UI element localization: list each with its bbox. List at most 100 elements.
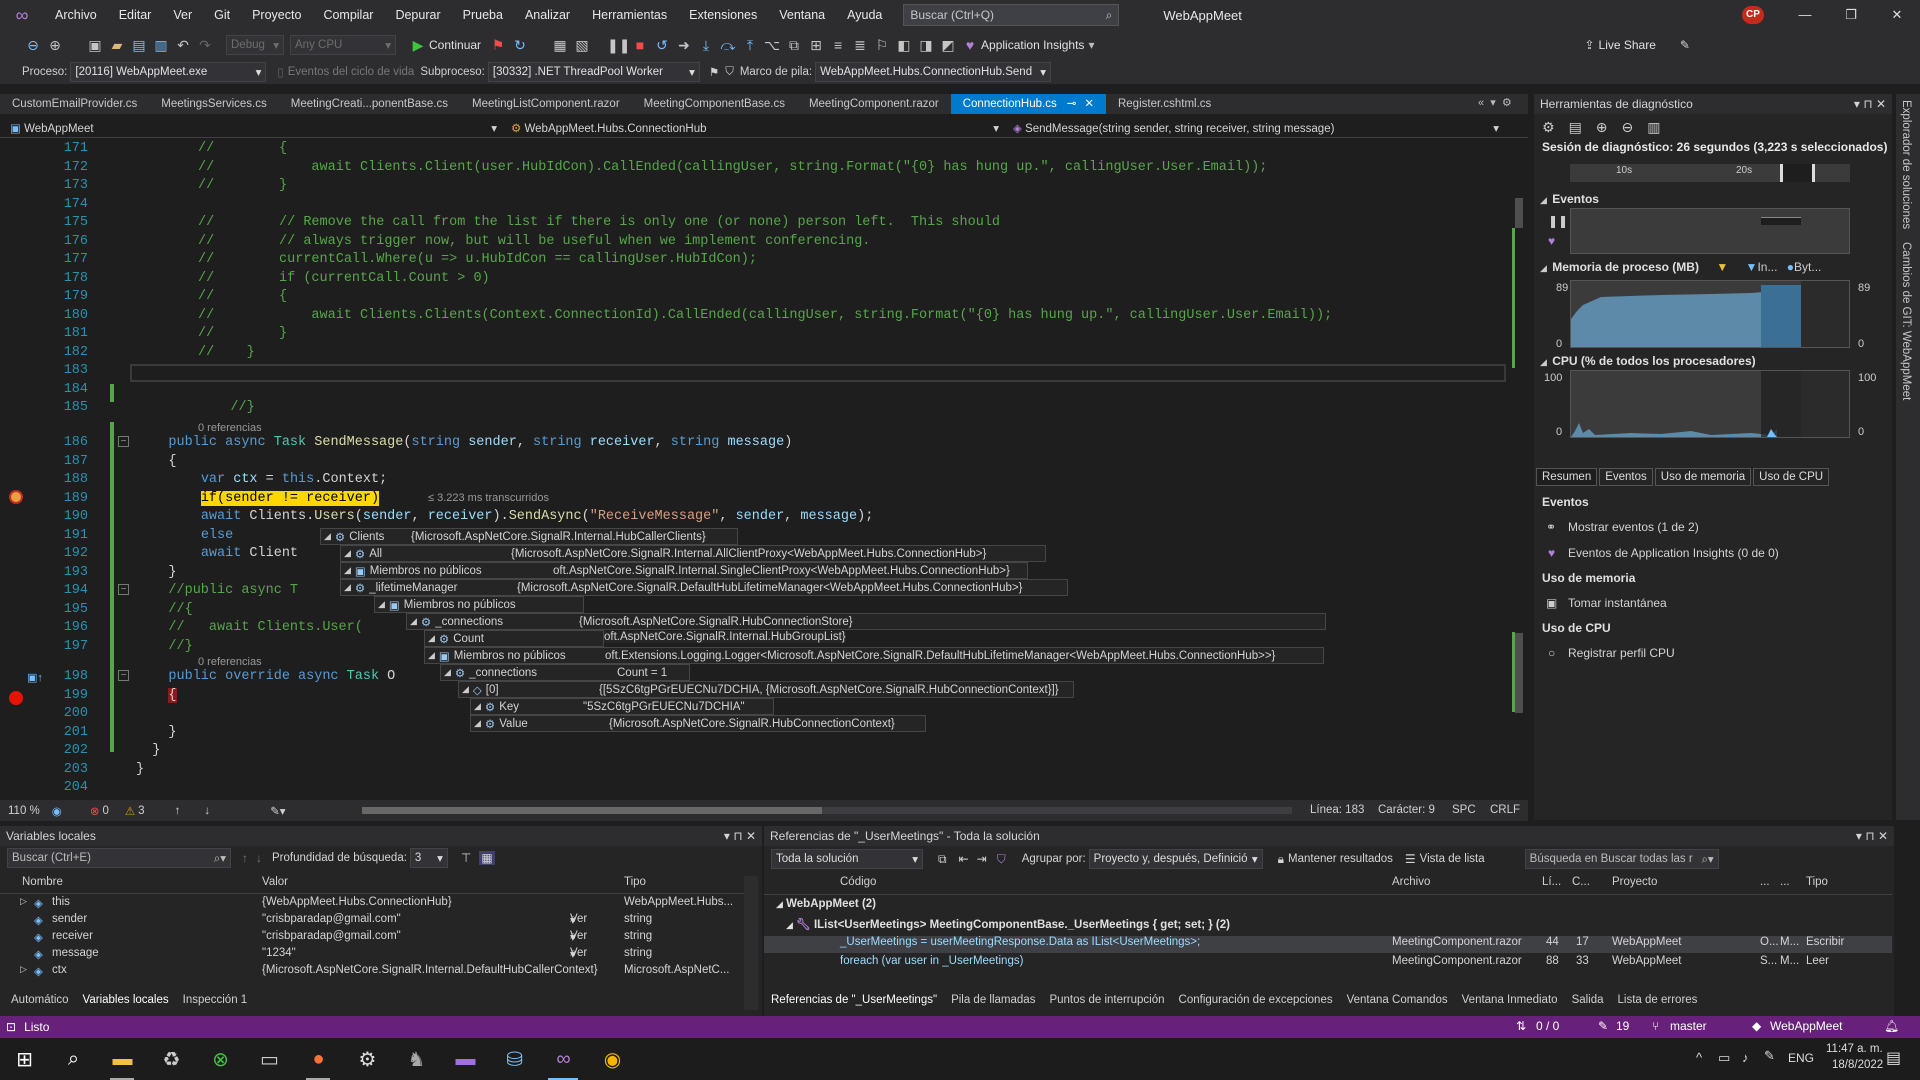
next-issue-icon[interactable]: ↓ [204, 805, 210, 817]
column-header[interactable]: Proyecto [1612, 876, 1657, 888]
datatip-row[interactable]: ◢ ▣ Miembros no públicos oft.Extensions.Log… [424, 647, 1324, 664]
copy-icon[interactable]: ⧉ [938, 852, 947, 867]
hex-icon[interactable]: ⌥ [761, 37, 783, 54]
firefox-icon[interactable]: ● [294, 1038, 343, 1080]
volume-icon[interactable]: ♪ [1742, 1050, 1749, 1065]
datatip-row[interactable]: ◢ ⚙ _connections {Microsoft.AspNetCore.Sign… [406, 613, 1326, 630]
restart-debug-icon[interactable]: ↺ [651, 37, 673, 54]
collapse-icon[interactable]: − [118, 670, 129, 681]
stop-icon[interactable]: ■ [629, 37, 651, 53]
breakpoints-icon[interactable]: ⊞ [805, 37, 827, 54]
expand-icon[interactable]: ▷ [20, 964, 27, 975]
branch-selector[interactable]: master [1670, 1019, 1707, 1033]
reference-row[interactable]: _UserMeetings = userMeetingResponse.Data… [764, 936, 1892, 953]
git-changes-tab[interactable]: Cambios de GIT: WebAppMeet [1900, 242, 1912, 400]
expand-icon[interactable]: ◢ [324, 531, 331, 542]
clear-bookmarks-icon[interactable]: ◩ [937, 37, 959, 54]
menu-item[interactable]: Extensiones [678, 8, 768, 22]
locals-search-input[interactable]: Buscar (Ctrl+E) ⌕▾ [7, 848, 231, 868]
reset-view-icon[interactable]: ▥ [1647, 119, 1660, 136]
terminal-icon[interactable]: ▭ [245, 1038, 294, 1080]
prev-bookmark-icon[interactable]: ◧ [893, 37, 915, 54]
codelens-references[interactable]: 0 referencias [198, 656, 262, 668]
pending-edits[interactable]: 19 [1616, 1019, 1629, 1033]
panel-controls-icon[interactable]: ▾ ⊓ ✕ [724, 826, 756, 846]
browser-icon[interactable]: ▦ [549, 37, 571, 54]
restore-button[interactable]: ❐ [1828, 0, 1874, 30]
next-bookmark-icon[interactable]: ◨ [915, 37, 937, 54]
project-dropdown[interactable]: ▣ WebAppMeet ▾ [0, 121, 505, 135]
collapse-icon[interactable]: − [118, 436, 129, 447]
horizontal-scrollbar[interactable] [362, 807, 1292, 814]
column-header[interactable]: ... [1780, 876, 1790, 888]
expand-icon[interactable]: ◢ [378, 599, 385, 610]
bottom-tab[interactable]: Salida [1565, 990, 1611, 1010]
application-insights-dropdown[interactable]: Application Insights [981, 38, 1084, 52]
close-window-button[interactable]: ✕ [1874, 0, 1920, 30]
changes-count[interactable]: 0 / 0 [1536, 1019, 1559, 1033]
bottom-tab[interactable]: Pila de llamadas [944, 990, 1042, 1010]
column-header[interactable]: Lí... [1542, 876, 1561, 888]
menu-item[interactable]: Depurar [384, 8, 451, 22]
column-header[interactable]: C... [1572, 876, 1590, 888]
cleanup-icon[interactable]: ✎▾ [270, 804, 285, 818]
menu-item[interactable]: Ventana [768, 8, 836, 22]
threads-icon[interactable]: ⧉ [783, 37, 805, 54]
clock-time[interactable]: 11:47 a. m. [1826, 1043, 1883, 1055]
open-folder-icon[interactable]: ▰ [106, 37, 128, 54]
expand-icon[interactable]: ◢ [474, 701, 481, 712]
datatip-row[interactable]: ◢ ◇ [0] {[5SzC6tgPGrEUECNu7DCHIA, {Microsof… [458, 681, 1074, 698]
ai-events-link[interactable]: ♥ Eventos de Application Insights (0 de 0… [1534, 540, 1892, 566]
member-dropdown[interactable]: ◈ SendMessage(string sender, string rece… [1007, 121, 1507, 135]
tab-overflow-icon[interactable]: « ▾ ⚙ [1478, 96, 1512, 109]
keep-results-toggle[interactable]: Mantener resultados [1288, 853, 1393, 865]
document-tab[interactable]: MeetingComponentBase.cs [632, 94, 797, 114]
save-all-icon[interactable]: ▥ [150, 37, 172, 54]
column-header-type[interactable]: Tipo [624, 876, 646, 888]
table-row[interactable]: ▷ ◈ ctx {Microsoft.AspNetCore.SignalR.Inter… [0, 964, 760, 981]
datatip-row[interactable]: ◢ ⚙ All {Microsoft.AspNetCore.SignalR.Inter… [340, 545, 1046, 562]
visual-studio-code-icon[interactable]: ▬ [441, 1038, 490, 1080]
datatip-row[interactable]: ◢ ⚙ Key "5SzC6tgPGrEUECNu7DCHIA" [470, 698, 774, 715]
column-header[interactable]: Archivo [1392, 876, 1430, 888]
expand-icon[interactable]: ◢ [344, 548, 351, 559]
class-dropdown[interactable]: ⚙ WebAppMeet.Hubs.ConnectionHub ▾ [505, 121, 1007, 135]
datatip-row[interactable]: ◢ ⚙ _connections Count = 1 [440, 664, 690, 681]
undo-icon[interactable]: ↶ [172, 37, 194, 54]
panel-controls-icon[interactable]: ▾ ⊓ ✕ [1854, 94, 1886, 114]
reference-row[interactable]: foreach (var user in _UserMeetings) Meeti… [764, 955, 1892, 972]
configuration-dropdown[interactable]: Debug ▾ [226, 35, 284, 55]
events-graph[interactable] [1570, 208, 1850, 254]
search-up-icon[interactable]: ↑ [242, 851, 248, 865]
select-tools-icon[interactable]: ▤ [1569, 119, 1582, 136]
lifecycle-events-button[interactable]: Eventos del ciclo de vida [288, 66, 415, 78]
solution-explorer-tab[interactable]: Explorador de soluciones [1900, 100, 1912, 229]
play-icon[interactable]: ▶ [407, 37, 429, 54]
flag-icon[interactable]: ⚑ [709, 65, 719, 79]
pin-icon[interactable]: ⊸ [1067, 98, 1077, 110]
chrome-icon[interactable]: ◉ [588, 1038, 637, 1080]
diag-tab[interactable]: Eventos [1599, 468, 1653, 486]
datatip-row[interactable]: ◢ ⚙ Clients {Microsoft.AspNetCore.SignalR.I… [320, 528, 738, 545]
document-tab[interactable]: MeetingComponent.razor [797, 94, 951, 114]
notifications-icon[interactable]: 🔔︎ [1884, 1019, 1899, 1033]
menu-item[interactable]: Analizar [514, 8, 581, 22]
bottom-tab[interactable]: Ventana Inmediato [1455, 990, 1565, 1010]
prev-issue-icon[interactable]: ↑ [175, 805, 181, 817]
warning-count[interactable]: 3 [138, 805, 144, 817]
pause-icon[interactable]: ❚❚ [607, 37, 630, 54]
menu-item[interactable]: Ver [162, 8, 203, 22]
column-header[interactable]: Tipo [1806, 876, 1828, 888]
code-editor[interactable]: 171// {172// await Clients.Client(user.H… [0, 138, 1528, 800]
document-tab[interactable]: ConnectionHub.cs ⊸ ✕ [950, 94, 1106, 114]
forward-icon[interactable]: ⊕ [44, 37, 66, 54]
memory-graph[interactable] [1570, 280, 1850, 348]
table-row[interactable]: ◈ sender "crisbparadap@gmail.com" ⌕ Ver ▾ st… [0, 913, 760, 930]
stack-frame-dropdown[interactable]: WebAppMeet.Hubs.ConnectionHub.Send ▾ [815, 62, 1052, 82]
locals-scrollbar[interactable] [744, 876, 758, 1010]
git-tool-icon[interactable]: ♞ [392, 1038, 441, 1080]
collapse-icon[interactable]: − [118, 584, 129, 595]
diag-tab[interactable]: Resumen [1536, 468, 1598, 486]
feedback-icon[interactable]: ✎ [1680, 38, 1690, 52]
bookmark-icon[interactable]: ⚐ [871, 37, 893, 54]
